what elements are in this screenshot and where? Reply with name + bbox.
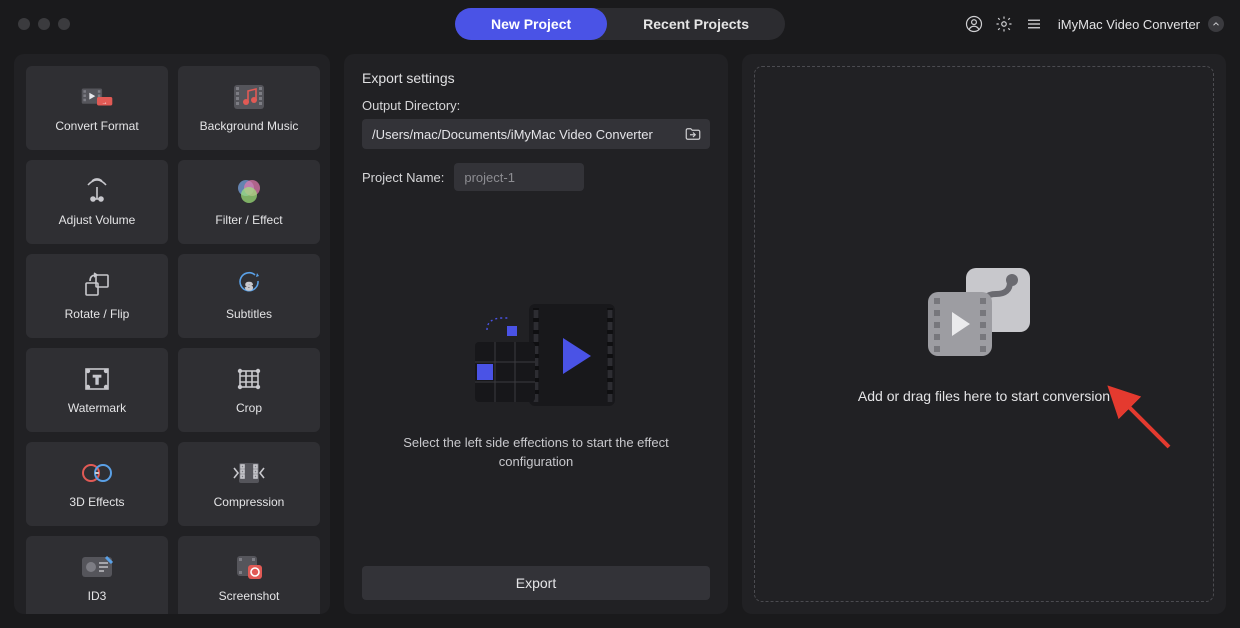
tool-label: Adjust Volume <box>59 213 136 227</box>
minimize-window-button[interactable] <box>38 18 50 30</box>
svg-text:S: S <box>245 281 252 293</box>
open-folder-icon[interactable] <box>682 123 704 145</box>
compression-icon <box>232 459 266 487</box>
tool-label: Background Music <box>200 119 299 133</box>
dropzone[interactable]: Add or drag files here to start conversi… <box>754 66 1214 602</box>
tool-rotate-flip[interactable]: Rotate / Flip <box>26 254 168 338</box>
tool-watermark[interactable]: T Watermark <box>26 348 168 432</box>
svg-text:→: → <box>102 100 108 106</box>
rotate-flip-icon <box>80 271 114 299</box>
tool-3d-effects[interactable]: 3D Effects <box>26 442 168 526</box>
tool-label: Rotate / Flip <box>65 307 130 321</box>
close-window-button[interactable] <box>18 18 30 30</box>
output-directory-label: Output Directory: <box>362 98 710 113</box>
project-name-label: Project Name: <box>362 170 444 185</box>
annotation-arrow-icon <box>1099 377 1179 457</box>
tool-subtitles[interactable]: S Subtitles <box>178 254 320 338</box>
titlebar: New Project Recent Projects iMyMac Video… <box>0 0 1240 48</box>
menu-icon[interactable] <box>1024 14 1044 34</box>
background-music-icon <box>232 83 266 111</box>
tool-label: 3D Effects <box>69 495 124 509</box>
tool-crop[interactable]: Crop <box>178 348 320 432</box>
watermark-icon: T <box>80 365 114 393</box>
tool-label: Crop <box>236 401 262 415</box>
effect-illustration: Select the left side effections to start… <box>362 191 710 566</box>
window-controls <box>18 18 70 30</box>
tab-recent-projects[interactable]: Recent Projects <box>607 8 785 40</box>
collapse-icon[interactable] <box>1208 16 1224 32</box>
tool-convert-format[interactable]: → Convert Format <box>26 66 168 150</box>
subtitles-icon: S <box>232 271 266 299</box>
dropzone-hint: Add or drag files here to start conversi… <box>858 388 1110 404</box>
tool-background-music[interactable]: Background Music <box>178 66 320 150</box>
tab-new-project[interactable]: New Project <box>455 8 607 40</box>
output-directory-field[interactable]: /Users/mac/Documents/iMyMac Video Conver… <box>362 119 710 149</box>
tool-screenshot[interactable]: Screenshot <box>178 536 320 614</box>
tool-label: Subtitles <box>226 307 272 321</box>
tool-label: ID3 <box>88 589 107 603</box>
screenshot-icon <box>232 553 266 581</box>
crop-icon <box>232 365 266 393</box>
export-settings-heading: Export settings <box>362 70 710 86</box>
workspace: → Convert Format Background Music Adjust Vo… <box>0 48 1240 628</box>
tool-compression[interactable]: Compression <box>178 442 320 526</box>
tool-label: Convert Format <box>55 119 138 133</box>
account-icon[interactable] <box>964 14 984 34</box>
convert-format-icon: → <box>80 83 114 111</box>
fullscreen-window-button[interactable] <box>58 18 70 30</box>
three-d-effects-icon <box>80 459 114 487</box>
dropzone-icon <box>924 264 1044 360</box>
dropzone-panel: Add or drag files here to start conversi… <box>742 54 1226 614</box>
svg-text:T: T <box>93 373 101 387</box>
project-tabs: New Project Recent Projects <box>455 8 785 40</box>
tools-panel: → Convert Format Background Music Adjust Vo… <box>14 54 330 614</box>
filter-effect-icon <box>232 177 266 205</box>
tool-id3[interactable]: ID3 <box>26 536 168 614</box>
project-name-input[interactable] <box>454 163 584 191</box>
app-name-label: iMyMac Video Converter <box>1058 17 1200 32</box>
tool-label: Filter / Effect <box>215 213 282 227</box>
id3-icon <box>80 553 114 581</box>
app-name-chip: iMyMac Video Converter <box>1054 16 1228 32</box>
tool-label: Compression <box>214 495 285 509</box>
effect-illustration-caption: Select the left side effections to start… <box>386 434 686 470</box>
tool-filter-effect[interactable]: Filter / Effect <box>178 160 320 244</box>
titlebar-right: iMyMac Video Converter <box>964 14 1228 34</box>
export-settings-panel: Export settings Output Directory: /Users… <box>344 54 728 614</box>
export-button[interactable]: Export <box>362 566 710 600</box>
tool-label: Screenshot <box>219 589 280 603</box>
tool-adjust-volume[interactable]: Adjust Volume <box>26 160 168 244</box>
output-directory-value: /Users/mac/Documents/iMyMac Video Conver… <box>372 127 682 142</box>
settings-icon[interactable] <box>994 14 1014 34</box>
tool-label: Watermark <box>68 401 126 415</box>
adjust-volume-icon <box>80 177 114 205</box>
